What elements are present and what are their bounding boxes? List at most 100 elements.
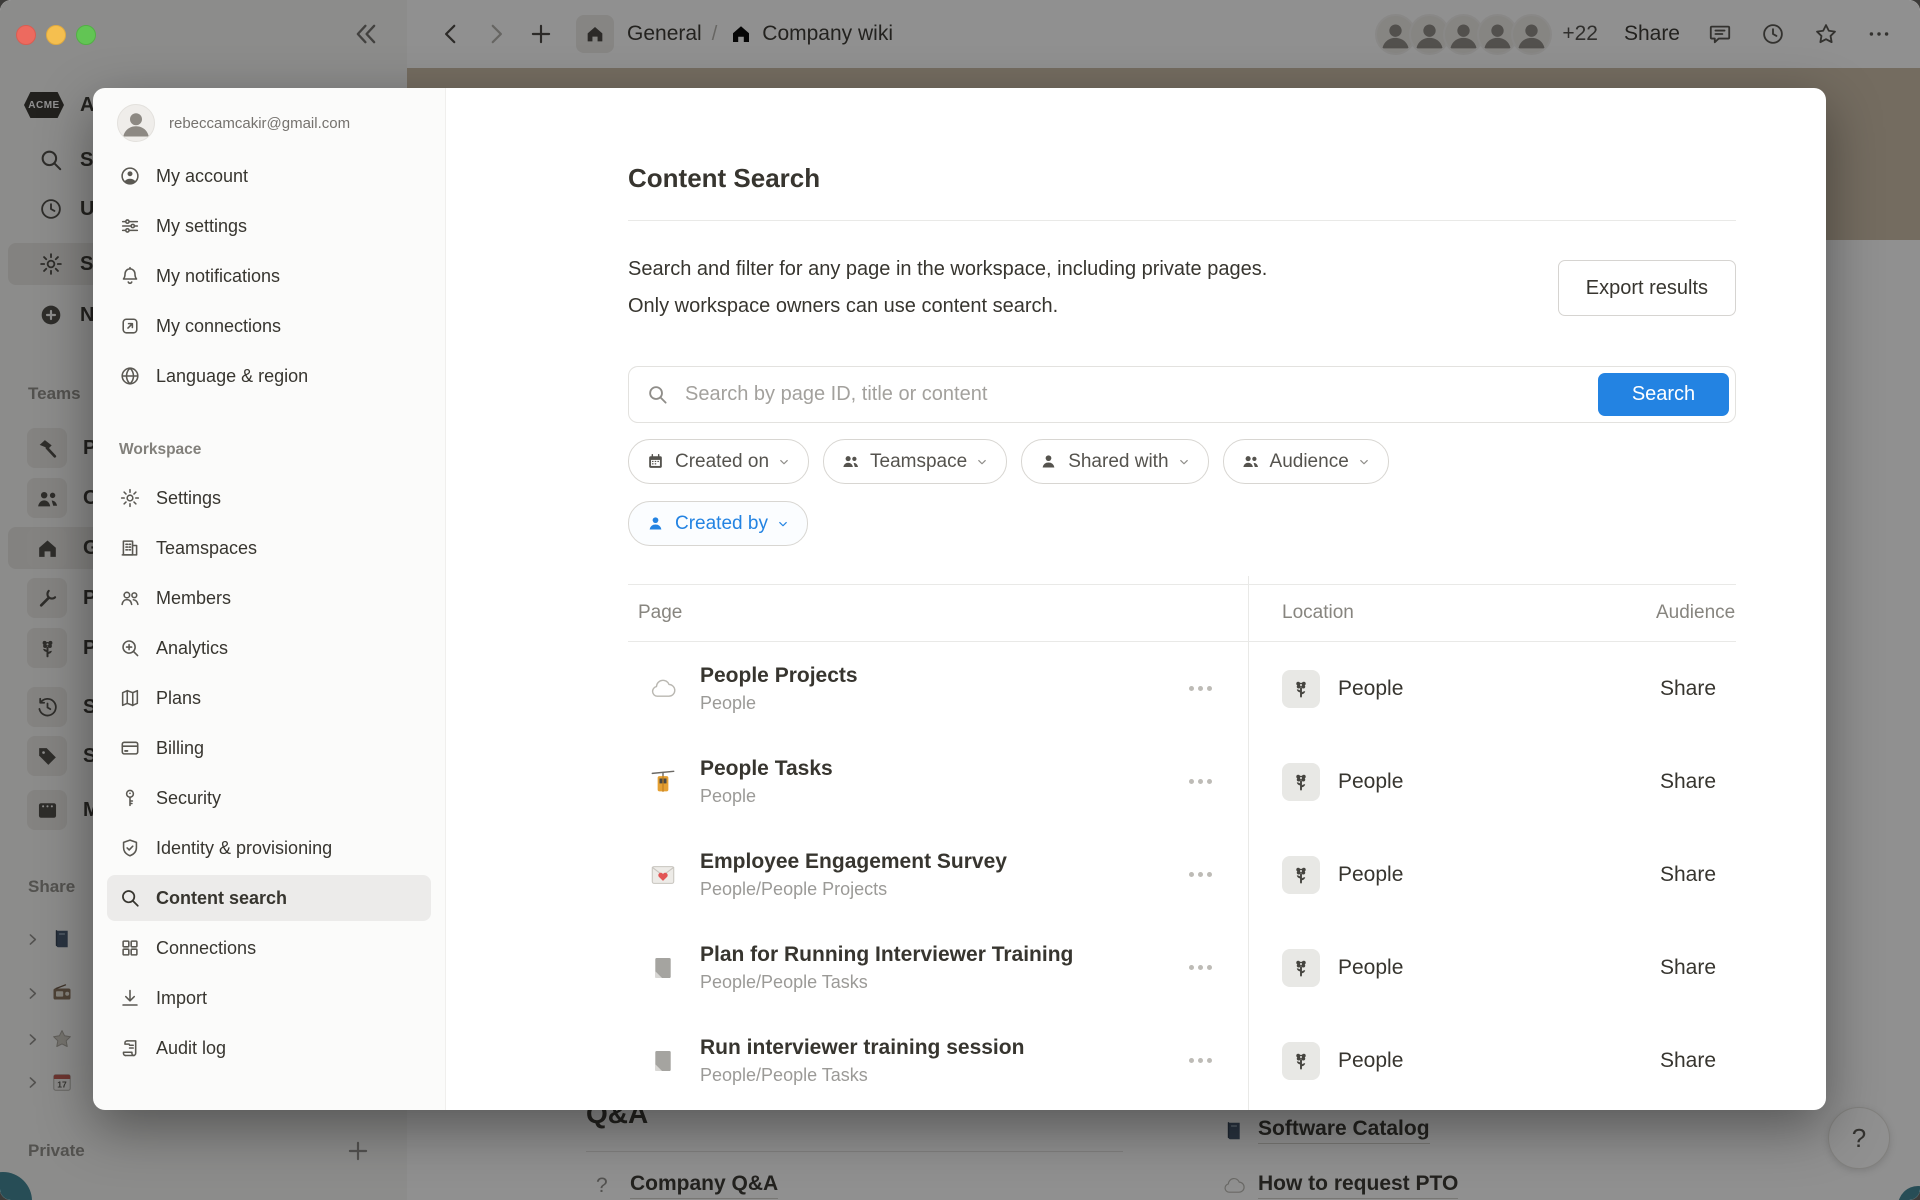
filter-chip-label: Shared with — [1068, 451, 1168, 473]
user-avatar — [117, 104, 155, 142]
filter-chip-teamspace[interactable]: Teamspace — [823, 439, 1007, 484]
filter-chip-label: Audience — [1270, 451, 1349, 473]
page-path: People — [700, 786, 833, 807]
filter-chip-label: Teamspace — [870, 451, 967, 473]
row-menu-icon[interactable] — [1189, 872, 1212, 877]
settings-nav-label: Import — [156, 988, 207, 1009]
settings-nav-item-identity-provisioning[interactable]: Identity & provisioning — [107, 825, 431, 871]
person-icon — [1039, 452, 1058, 471]
page-cell[interactable]: Run interviewer training sessionPeople/P… — [628, 1036, 1248, 1086]
settings-nav-item-members[interactable]: Members — [107, 575, 431, 621]
page-path: People — [700, 693, 858, 714]
zoom-button[interactable] — [76, 25, 96, 45]
search-button[interactable]: Search — [1598, 373, 1729, 416]
love-letter-icon — [649, 861, 677, 889]
settings-nav-item-teamspaces[interactable]: Teamspaces — [107, 525, 431, 571]
location-label: People — [1338, 770, 1403, 794]
page-cell[interactable]: People ProjectsPeople — [628, 664, 1248, 714]
teamspace-icon-box — [1282, 1042, 1320, 1080]
settings-nav-label: Teamspaces — [156, 538, 257, 559]
filter-chip-created-by[interactable]: Created by — [628, 501, 808, 546]
page-text: Plan for Running Interviewer TrainingPeo… — [700, 943, 1073, 993]
settings-nav-item-content-search[interactable]: Content search — [107, 875, 431, 921]
page-cell[interactable]: Employee Engagement SurveyPeople/People … — [628, 850, 1248, 900]
audience-cell: Share — [1656, 1049, 1736, 1073]
table-column-divider — [1248, 576, 1249, 1110]
screen: ACME A SUSN Teams PCGPPSSM Share 17 Priv… — [0, 0, 1920, 1200]
location-label: People — [1338, 863, 1403, 887]
export-results-button[interactable]: Export results — [1558, 260, 1736, 316]
minimize-button[interactable] — [46, 25, 66, 45]
table-header: Page Location Audience — [628, 584, 1736, 642]
location-cell: People — [1248, 1042, 1656, 1080]
page-cell[interactable]: People Tasks People — [628, 757, 1248, 807]
settings-nav-label: Analytics — [156, 638, 228, 659]
search-input[interactable] — [628, 366, 1736, 423]
chevron-down-icon — [1357, 455, 1371, 469]
settings-main: Content Search Search and filter for any… — [446, 88, 1826, 1110]
filter-chip-created-on[interactable]: Created on — [628, 439, 809, 484]
flower-icon — [1289, 1049, 1313, 1073]
settings-nav-item-my-connections[interactable]: My connections — [107, 303, 431, 349]
filter-chip-label: Created by — [675, 513, 768, 535]
settings-nav-label: Security — [156, 788, 221, 809]
filter-chip-audience[interactable]: Audience — [1223, 439, 1389, 484]
settings-nav-item-language-region[interactable]: Language & region — [107, 353, 431, 399]
page-description: Search and filter for any page in the wo… — [628, 251, 1267, 325]
settings-nav-item-my-notifications[interactable]: My notifications — [107, 253, 431, 299]
row-menu-icon[interactable] — [1189, 779, 1212, 784]
calendar-icon — [646, 452, 665, 471]
results-table: Page Location Audience People ProjectsPe… — [628, 584, 1736, 1107]
sliders-icon — [119, 215, 141, 237]
audience-cell: Share — [1656, 956, 1736, 980]
table-row[interactable]: People ProjectsPeoplePeopleShare — [628, 642, 1736, 735]
key-icon — [119, 787, 141, 809]
page-path: People/People Tasks — [700, 972, 1073, 993]
page-cell[interactable]: Plan for Running Interviewer TrainingPeo… — [628, 943, 1248, 993]
account-row[interactable]: rebeccamcakir@gmail.com — [117, 104, 350, 142]
page-text: People Tasks People — [700, 757, 833, 807]
table-row[interactable]: Run interviewer training sessionPeople/P… — [628, 1014, 1736, 1107]
settings-nav-label: Plans — [156, 688, 201, 709]
globe-icon — [119, 365, 141, 387]
settings-nav-label: My account — [156, 166, 248, 187]
workspace-section-label: Workspace — [119, 441, 431, 459]
location-label: People — [1338, 677, 1403, 701]
search-icon — [119, 887, 141, 909]
card-icon — [119, 737, 141, 759]
page-text: Employee Engagement SurveyPeople/People … — [700, 850, 1007, 900]
settings-nav-item-import[interactable]: Import — [107, 975, 431, 1021]
page-icon — [649, 1047, 677, 1075]
page-icon — [649, 954, 677, 982]
filter-chip-shared-with[interactable]: Shared with — [1021, 439, 1208, 484]
settings-nav-label: Billing — [156, 738, 204, 759]
settings-nav-item-analytics[interactable]: Analytics — [107, 625, 431, 671]
settings-nav-item-billing[interactable]: Billing — [107, 725, 431, 771]
settings-nav-item-connections[interactable]: Connections — [107, 925, 431, 971]
row-menu-icon[interactable] — [1189, 1058, 1212, 1063]
settings-nav-item-plans[interactable]: Plans — [107, 675, 431, 721]
row-menu-icon[interactable] — [1189, 965, 1212, 970]
settings-nav-item-security[interactable]: Security — [107, 775, 431, 821]
two-people-icon — [1241, 452, 1260, 471]
settings-nav-label: Language & region — [156, 366, 308, 387]
table-row[interactable]: Employee Engagement SurveyPeople/People … — [628, 828, 1736, 921]
location-label: People — [1338, 1049, 1403, 1073]
building-icon — [119, 537, 141, 559]
settings-nav-item-settings[interactable]: Settings — [107, 475, 431, 521]
audience-cell: Share — [1656, 770, 1736, 794]
audit-icon — [119, 1037, 141, 1059]
shield-icon — [119, 837, 141, 859]
page-text: People ProjectsPeople — [700, 664, 858, 714]
close-button[interactable] — [16, 25, 36, 45]
import-icon — [119, 987, 141, 1009]
settings-nav-item-my-settings[interactable]: My settings — [107, 203, 431, 249]
table-row[interactable]: People Tasks People People Share — [628, 735, 1736, 828]
bell-icon — [119, 265, 141, 287]
page-title: People Tasks — [700, 757, 833, 781]
settings-nav-item-my-account[interactable]: My account — [107, 153, 431, 199]
row-menu-icon[interactable] — [1189, 686, 1212, 691]
table-row[interactable]: Plan for Running Interviewer TrainingPeo… — [628, 921, 1736, 1014]
location-cell: People — [1248, 856, 1656, 894]
settings-nav-item-audit-log[interactable]: Audit log — [107, 1025, 431, 1071]
